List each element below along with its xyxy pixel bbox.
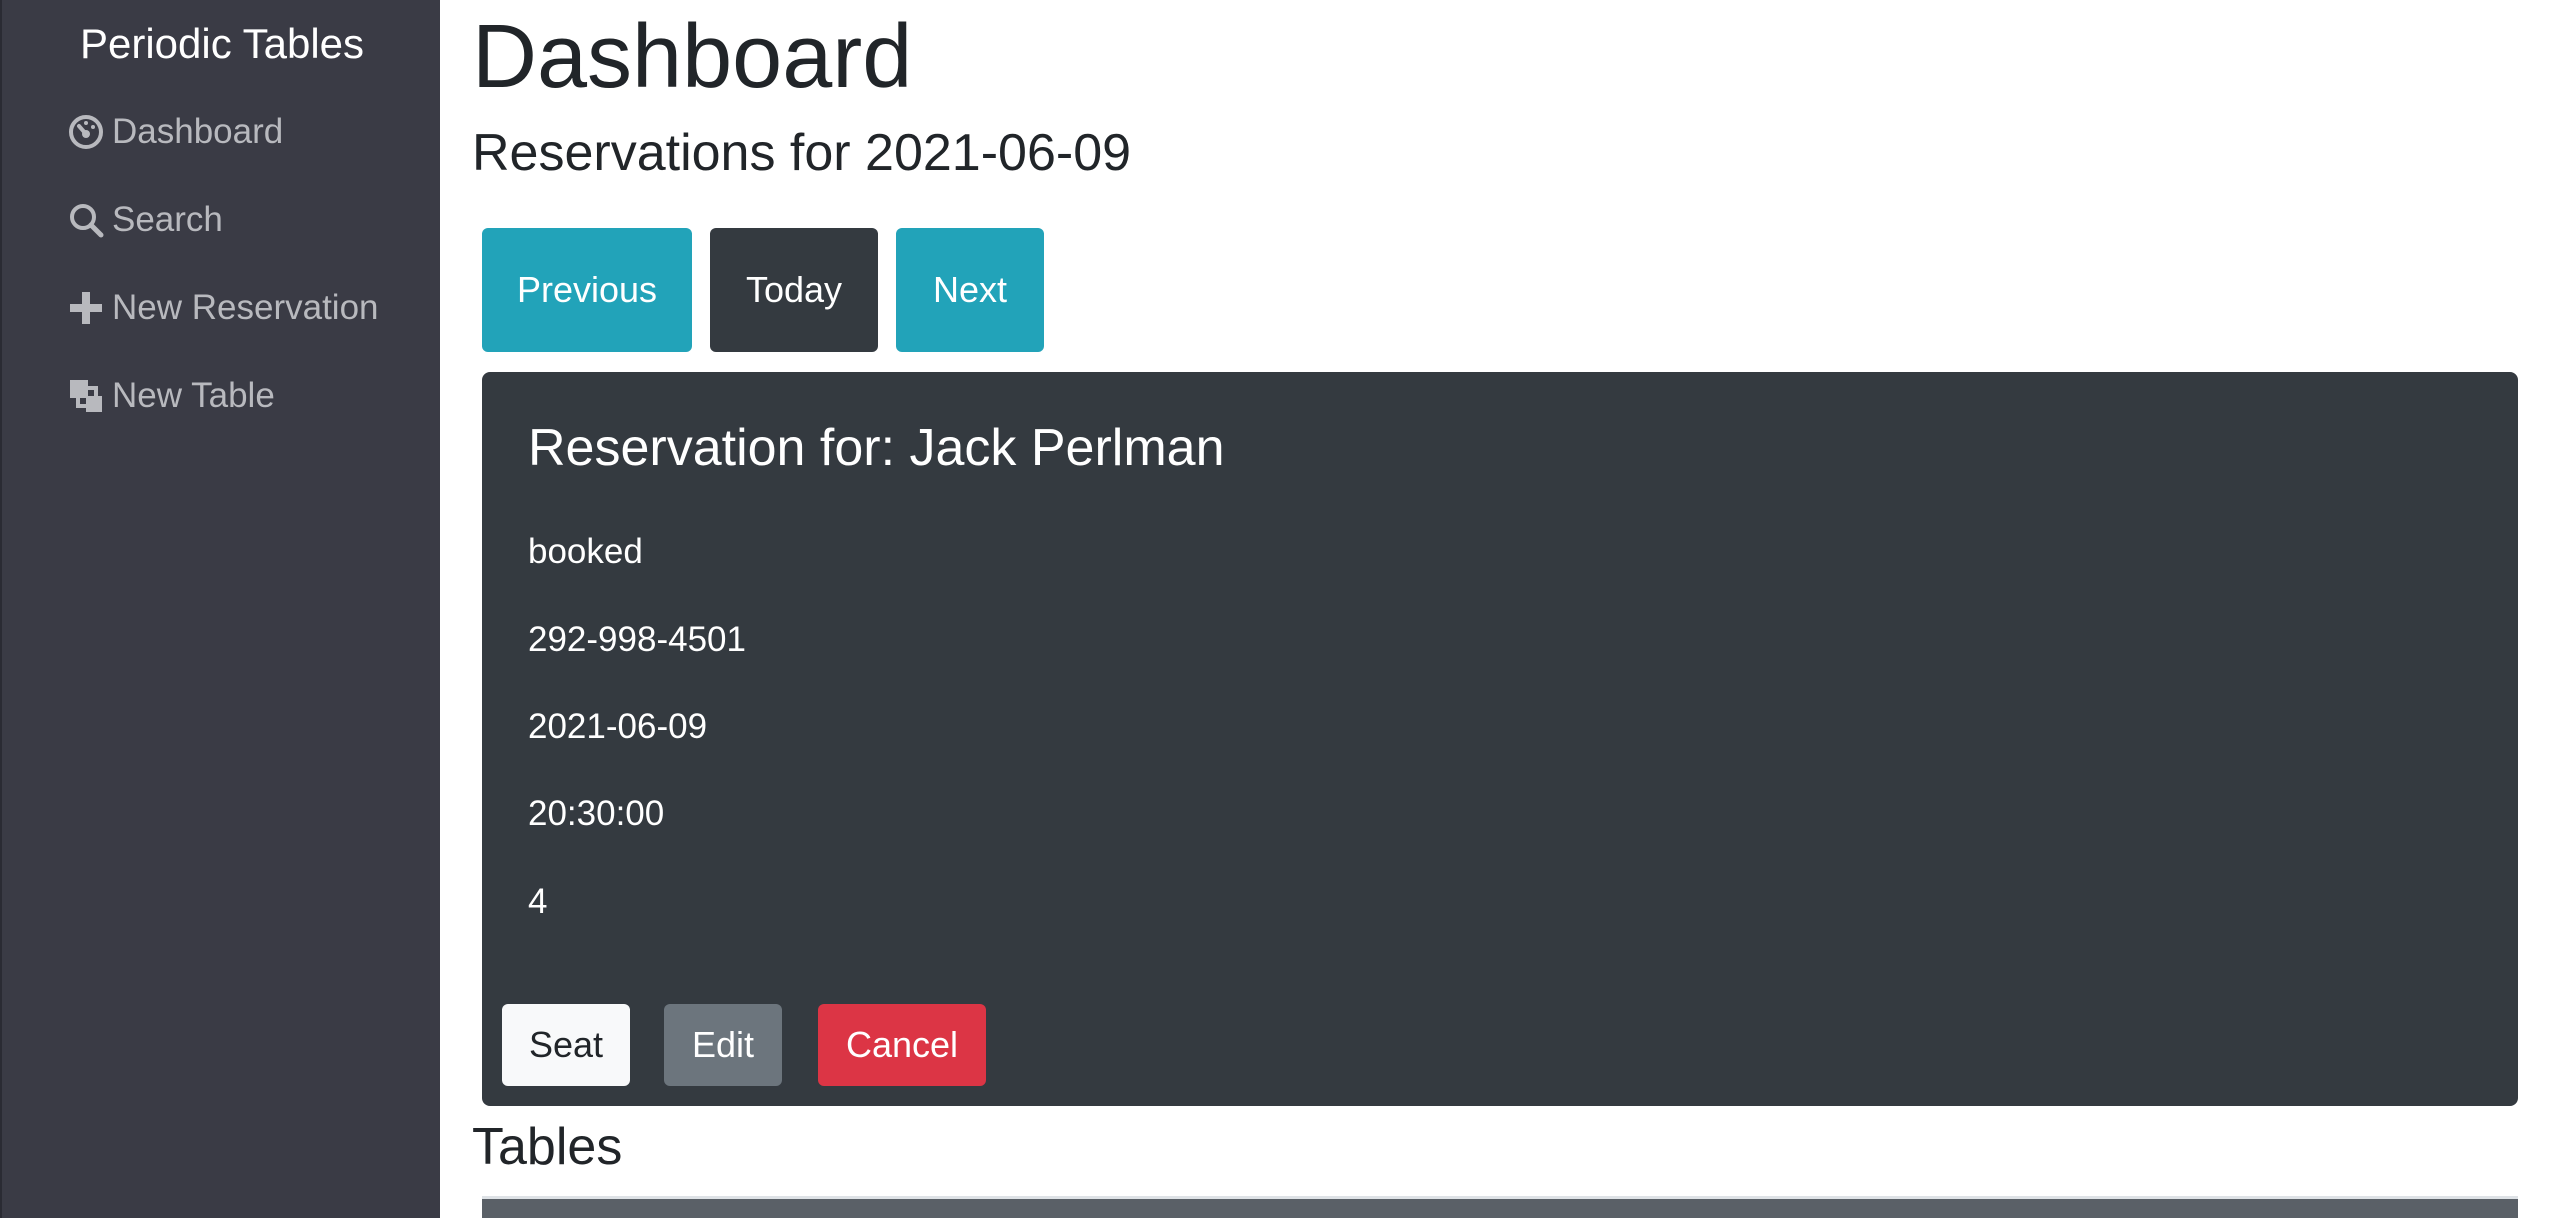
tables-heading: Tables bbox=[472, 1118, 623, 1176]
sidebar-item-search[interactable]: Search bbox=[66, 192, 223, 248]
reservation-card: Reservation for: Jack Perlman booked 292… bbox=[482, 372, 2518, 1106]
sidebar-item-new-reservation[interactable]: New Reservation bbox=[66, 280, 379, 336]
search-icon bbox=[66, 200, 106, 240]
sidebar-item-dashboard[interactable]: Dashboard bbox=[66, 104, 283, 160]
layers-icon bbox=[66, 376, 106, 416]
sidebar-item-label: Search bbox=[112, 200, 223, 239]
edit-button[interactable]: Edit bbox=[664, 1004, 782, 1086]
reservation-phone: 292-998-4501 bbox=[528, 620, 746, 659]
dashboard-icon bbox=[66, 112, 106, 152]
sidebar: Periodic Tables Dashboard Search New Res… bbox=[0, 0, 440, 1218]
reservations-date-heading: Reservations for 2021-06-09 bbox=[472, 124, 1132, 182]
previous-button[interactable]: Previous bbox=[482, 228, 692, 352]
reservation-people: 4 bbox=[528, 882, 548, 921]
sidebar-item-label: New Reservation bbox=[112, 288, 379, 327]
reservation-date: 2021-06-09 bbox=[528, 707, 708, 746]
sidebar-item-label: Dashboard bbox=[112, 112, 284, 151]
main-content: Dashboard Reservations for 2021-06-09 Pr… bbox=[440, 0, 2558, 1218]
brand-title[interactable]: Periodic Tables bbox=[2, 16, 442, 72]
reservation-title: Reservation for: Jack Perlman bbox=[528, 419, 1225, 477]
tables-table-header bbox=[482, 1196, 2518, 1218]
next-button[interactable]: Next bbox=[896, 228, 1044, 352]
sidebar-item-new-table[interactable]: New Table bbox=[66, 368, 275, 424]
cancel-button[interactable]: Cancel bbox=[818, 1004, 986, 1086]
reservation-time: 20:30:00 bbox=[528, 794, 665, 833]
seat-button[interactable]: Seat bbox=[502, 1004, 630, 1086]
today-button[interactable]: Today bbox=[710, 228, 878, 352]
page-title: Dashboard bbox=[472, 7, 913, 107]
reservation-status: booked bbox=[528, 532, 643, 571]
plus-icon bbox=[66, 288, 106, 328]
sidebar-item-label: New Table bbox=[112, 376, 275, 415]
